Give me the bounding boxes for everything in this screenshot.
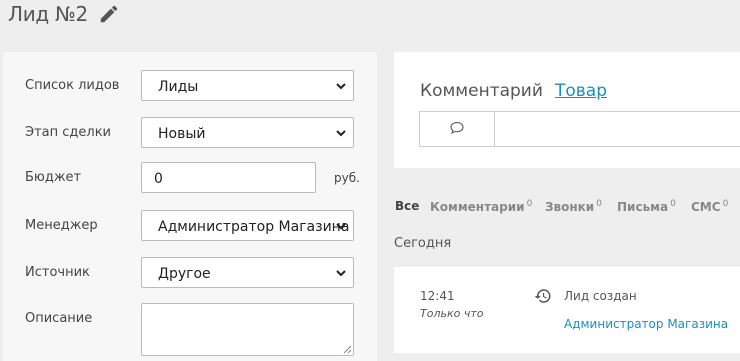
description-label: Описание [25, 311, 93, 326]
comment-card: Комментарий Товар [394, 52, 740, 168]
pencil-icon[interactable] [98, 3, 120, 25]
chevron-down-icon [336, 130, 346, 137]
deal-stage-row: Этап сделки Новый [3, 117, 377, 149]
source-select[interactable]: Другое [141, 257, 354, 288]
lead-details-panel: Список лидов Лиды Этап сделки Новый Бюдж… [3, 52, 377, 361]
filter-comments-label: Комментарии [430, 200, 525, 214]
filter-comments[interactable]: Комментарии 0 [430, 199, 532, 214]
filter-calls-label: Звонки [545, 200, 595, 214]
speech-bubble-icon [450, 121, 464, 135]
source-value: Другое [158, 266, 211, 282]
budget-label: Бюджет [25, 170, 82, 185]
timeline-group-today: Сегодня [394, 236, 452, 251]
filter-letters[interactable]: Письма 0 [617, 199, 676, 214]
deal-stage-value: Новый [158, 126, 206, 142]
event-relative-time: Только что [420, 307, 484, 320]
budget-row: Бюджет 0 руб. [3, 162, 377, 194]
event-author-link[interactable]: Администратор Магазина [564, 317, 728, 331]
budget-currency: руб. [334, 171, 360, 185]
chevron-down-icon [336, 270, 346, 277]
event-time: 12:41 [420, 289, 455, 303]
source-label: Источник [25, 265, 90, 280]
chevron-down-icon [336, 223, 346, 230]
filter-sms[interactable]: СМС 0 [691, 199, 728, 214]
manager-value: Администратор Магазина [158, 219, 350, 235]
filter-letters-label: Письма [617, 200, 669, 214]
event-text: Лид создан [564, 289, 637, 303]
budget-input[interactable]: 0 [141, 162, 316, 193]
manager-row: Менеджер Администратор Магазина [3, 210, 377, 242]
lead-list-label: Список лидов [25, 78, 120, 93]
tab-product[interactable]: Товар [555, 81, 607, 101]
lead-list-select[interactable]: Лиды [141, 70, 354, 101]
resize-grip-icon[interactable] [343, 345, 352, 354]
manager-label: Менеджер [25, 218, 98, 233]
tab-comment[interactable]: Комментарий [420, 81, 543, 101]
description-textarea[interactable] [141, 303, 354, 356]
manager-select[interactable]: Администратор Магазина [141, 210, 354, 241]
deal-stage-label: Этап сделки [25, 125, 111, 140]
filter-all[interactable]: Все [395, 199, 419, 213]
chevron-down-icon [336, 83, 346, 90]
source-row: Источник Другое [3, 257, 377, 289]
filter-calls[interactable]: Звонки 0 [545, 199, 602, 214]
filter-letters-count: 0 [670, 199, 676, 209]
filter-calls-count: 0 [596, 199, 602, 209]
comment-type-button[interactable] [420, 112, 495, 146]
history-icon [534, 289, 551, 303]
comment-input[interactable] [419, 111, 740, 147]
description-row: Описание [3, 303, 377, 361]
deal-stage-select[interactable]: Новый [141, 117, 354, 148]
lead-list-value: Лиды [158, 79, 199, 95]
filter-comments-count: 0 [526, 199, 533, 209]
timeline-event: 12:41 Только что Лид создан Администрато… [394, 267, 740, 353]
lead-list-row: Список лидов Лиды [3, 70, 377, 102]
filter-sms-count: 0 [722, 199, 729, 209]
filter-sms-label: СМС [691, 200, 721, 214]
page-title: Лид №2 [8, 2, 88, 26]
